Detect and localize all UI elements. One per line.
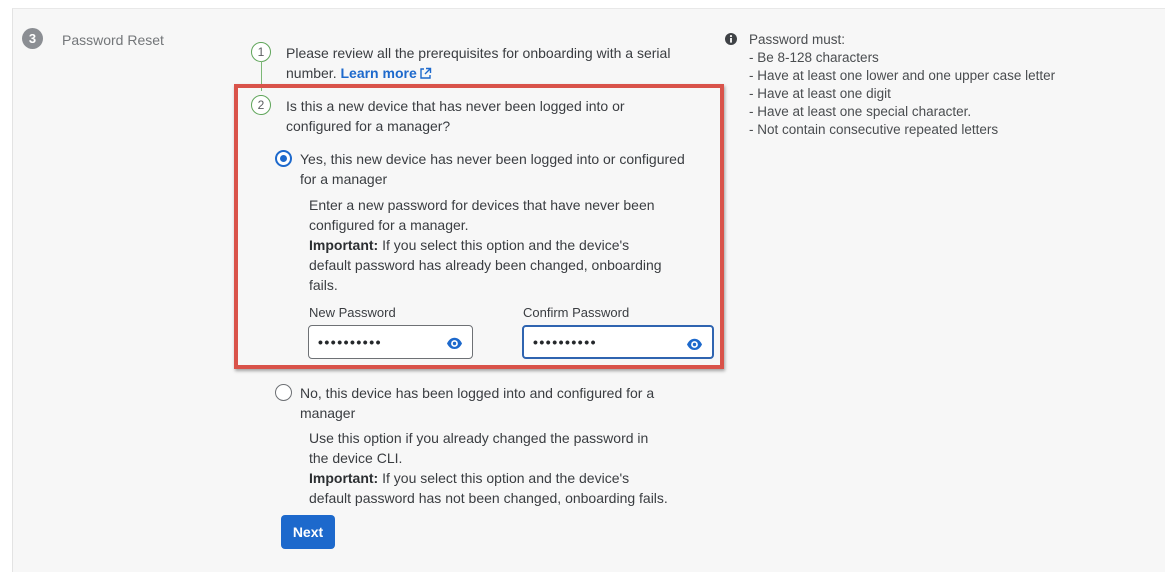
confirm-password-masked-value: •••••••••• [533, 334, 598, 350]
external-link-icon [420, 67, 431, 79]
important-text: If you select this option and the device… [378, 237, 630, 253]
configured-device-description-line-1: Use this option if you already changed t… [309, 430, 649, 446]
new-device-radio[interactable] [275, 150, 292, 167]
configured-device-important-line-2: default password has not been changed, o… [309, 490, 668, 506]
new-password-masked-value: •••••••••• [318, 334, 383, 350]
important-label: Important: [309, 237, 379, 253]
new-device-description-line-2: configured for a manager. [309, 217, 469, 233]
device-question-line-2: configured for a manager? [286, 118, 451, 134]
new-device-important-line-2: default password has already been change… [309, 257, 662, 273]
new-device-option-label-line-1[interactable]: Yes, this new device has never been logg… [300, 149, 685, 169]
new-device-description-line-1: Enter a new password for devices that ha… [309, 197, 655, 213]
new-device-important-line-3: fails. [309, 277, 338, 293]
configured-device-option-label-line-1[interactable]: No, this device has been logged into and… [300, 383, 654, 403]
confirm-password-label: Confirm Password [523, 305, 630, 320]
confirm-password-input[interactable]: •••••••••• [522, 325, 714, 359]
configured-device-radio[interactable] [275, 384, 292, 401]
important-label: Important: [309, 470, 379, 486]
password-rule-item: - Have at least one lower and one upper … [749, 68, 1056, 83]
substep-1-indicator: 1 [251, 42, 271, 62]
learn-more-label: Learn more [340, 65, 417, 81]
eye-icon[interactable] [686, 335, 703, 352]
new-password-input[interactable]: •••••••••• [308, 325, 473, 359]
password-requirements-heading: Password must: [749, 32, 846, 47]
configured-device-option-label-line-2[interactable]: manager [300, 403, 355, 423]
password-requirements: Password must: - Be 8-128 characters - H… [749, 31, 1055, 139]
info-icon [725, 33, 737, 45]
prerequisites-text-end: number. [286, 65, 337, 81]
step-title: Password Reset [62, 32, 164, 48]
new-device-important-line-1: Important: If you select this option and… [309, 235, 629, 255]
password-rule-item: - Not contain consecutive repeated lette… [749, 122, 999, 137]
substep-2-indicator: 2 [251, 95, 271, 115]
new-password-label: New Password [309, 305, 396, 320]
eye-icon[interactable] [446, 334, 463, 351]
password-rule-item: - Be 8-128 characters [749, 50, 879, 65]
next-button[interactable]: Next [281, 515, 335, 549]
password-rule-item: - Have at least one special character. [749, 104, 972, 119]
prerequisites-text-line-1: Please review all the prerequisites for … [286, 45, 671, 61]
configured-device-description-line-2: the device CLI. [309, 450, 403, 466]
device-question-line-1: Is this a new device that has never been… [286, 98, 625, 114]
important-text: If you select this option and the device… [378, 470, 630, 486]
learn-more-link[interactable]: Learn more [340, 65, 431, 81]
new-device-option-label-line-2[interactable]: for a manager [300, 169, 387, 189]
configured-device-important-line-1: Important: If you select this option and… [309, 468, 629, 488]
prerequisites-text-line-2: number. Learn more [286, 63, 432, 83]
password-rule-item: - Have at least one digit [749, 86, 891, 101]
step-number-badge: 3 [22, 28, 43, 49]
